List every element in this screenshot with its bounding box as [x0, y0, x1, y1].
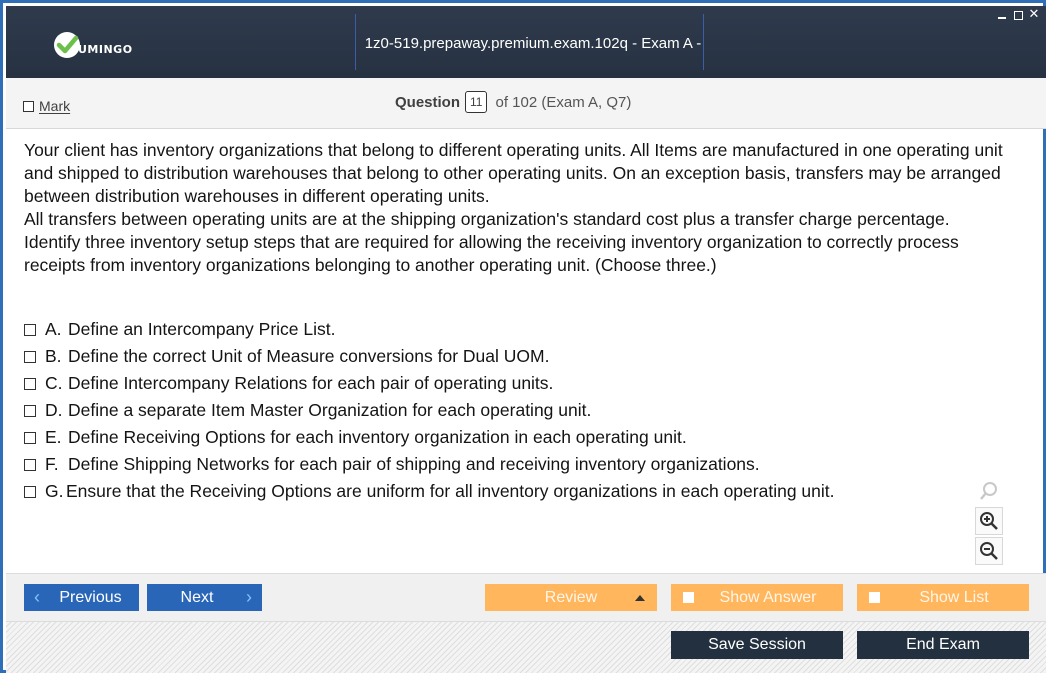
question-paragraph: Your client has inventory organizations … — [24, 140, 1003, 206]
end-exam-label: End Exam — [906, 636, 980, 653]
show-answer-label: Show Answer — [719, 589, 817, 606]
answer-option-a[interactable]: A. Define an Intercompany Price List. — [24, 316, 835, 343]
question-label: Question — [395, 93, 461, 111]
checkbox-icon[interactable] — [683, 592, 694, 603]
option-text: Define Shipping Networks for each pair o… — [68, 454, 760, 474]
answer-option-d[interactable]: D. Define a separate Item Master Organiza… — [24, 397, 835, 424]
title-separator — [703, 14, 704, 70]
next-label: Next — [180, 589, 214, 606]
option-text: Ensure that the Receiving Options are un… — [66, 481, 835, 501]
review-label: Review — [544, 589, 598, 606]
checkbox-icon[interactable] — [24, 431, 36, 444]
save-session-button[interactable]: Save Session — [671, 631, 843, 659]
checkbox-icon[interactable] — [24, 377, 36, 390]
search-icon[interactable] — [975, 477, 1003, 505]
mark-checkbox[interactable]: Mark — [23, 98, 70, 114]
next-button[interactable]: Next › — [147, 584, 262, 611]
answer-option-b[interactable]: B. Define the correct Unit of Measure con… — [24, 343, 835, 370]
option-letter: B. — [45, 346, 62, 366]
logo-text: UMINGO — [78, 42, 133, 56]
caret-up-icon — [635, 595, 645, 601]
answer-option-g[interactable]: G. Ensure that the Receiving Options are … — [24, 478, 835, 505]
review-button[interactable]: Review — [485, 584, 657, 611]
question-of-text: of 102 (Exam A, Q7) — [495, 93, 632, 111]
option-letter: A. — [45, 319, 62, 339]
logo: UMINGO — [52, 28, 133, 62]
question-paragraph: Identify three inventory setup steps tha… — [24, 232, 959, 275]
show-list-label: Show List — [919, 589, 989, 606]
option-text: Define a separate Item Master Organizati… — [68, 400, 592, 420]
chevron-left-icon: ‹ — [34, 587, 40, 607]
checkbox-icon[interactable] — [24, 350, 36, 363]
checkbox-icon[interactable] — [24, 323, 36, 336]
title-separator — [355, 14, 356, 70]
option-text: Define an Intercompany Price List. — [68, 319, 336, 339]
question-text: Your client has inventory organizations … — [24, 139, 1024, 277]
question-number-input[interactable]: 11 — [465, 91, 488, 113]
zoom-out-icon[interactable] — [975, 537, 1003, 565]
previous-label: Previous — [59, 589, 122, 606]
close-button[interactable]: ✕ — [1028, 8, 1040, 21]
previous-button[interactable]: ‹ Previous — [24, 584, 139, 611]
question-header-bar: Mark Question 11 of 102 (Exam A, Q7) — [6, 78, 1046, 129]
mark-label: Mark — [39, 98, 71, 114]
title-bar: UMINGO 1z0-519.prepaway.premium.exam.102… — [6, 6, 1046, 128]
checkbox-icon[interactable] — [24, 404, 36, 417]
option-letter: E. — [45, 427, 62, 447]
answer-option-c[interactable]: C. Define Intercompany Relations for each… — [24, 370, 835, 397]
session-bar: Save Session End Exam — [6, 621, 1046, 673]
checkbox-icon[interactable] — [869, 592, 880, 603]
option-letter: D. — [45, 400, 63, 420]
maximize-button[interactable] — [1012, 9, 1024, 21]
checkbox-icon[interactable] — [24, 485, 36, 498]
answer-option-e[interactable]: E. Define Receiving Options for each inve… — [24, 424, 835, 451]
option-text: Define Receiving Options for each invent… — [68, 427, 687, 447]
end-exam-button[interactable]: End Exam — [857, 631, 1029, 659]
show-list-button[interactable]: Show List — [857, 584, 1029, 611]
option-text: Define the correct Unit of Measure conve… — [68, 346, 550, 366]
show-answer-button[interactable]: Show Answer — [671, 584, 843, 611]
checkbox-icon[interactable] — [23, 100, 34, 112]
zoom-in-icon[interactable] — [975, 507, 1003, 535]
answer-options: A. Define an Intercompany Price List. B. D… — [24, 316, 835, 505]
zoom-controls — [975, 477, 1003, 567]
minimize-button[interactable] — [996, 9, 1008, 21]
question-paragraph: All transfers between operating units ar… — [24, 209, 950, 229]
checkbox-icon[interactable] — [24, 458, 36, 471]
answer-option-f[interactable]: F. Define Shipping Networks for each pair… — [24, 451, 835, 478]
window-title: 1z0-519.prepaway.premium.exam.102q - Exa… — [364, 35, 702, 128]
option-letter: G. — [45, 481, 64, 501]
player-window: UMINGO 1z0-519.prepaway.premium.exam.102… — [0, 0, 1046, 673]
option-letter: F. — [45, 454, 59, 474]
option-letter: C. — [45, 373, 63, 393]
save-session-label: Save Session — [708, 636, 806, 653]
window-controls: ✕ — [996, 8, 1040, 21]
question-number-indicator: Question 11 of 102 (Exam A, Q7) — [395, 91, 631, 113]
chevron-right-icon: › — [246, 587, 252, 607]
option-text: Define Intercompany Relations for each p… — [68, 373, 554, 393]
navigation-bar: ‹ Previous Next › Review Show Answer Sho… — [6, 573, 1046, 621]
